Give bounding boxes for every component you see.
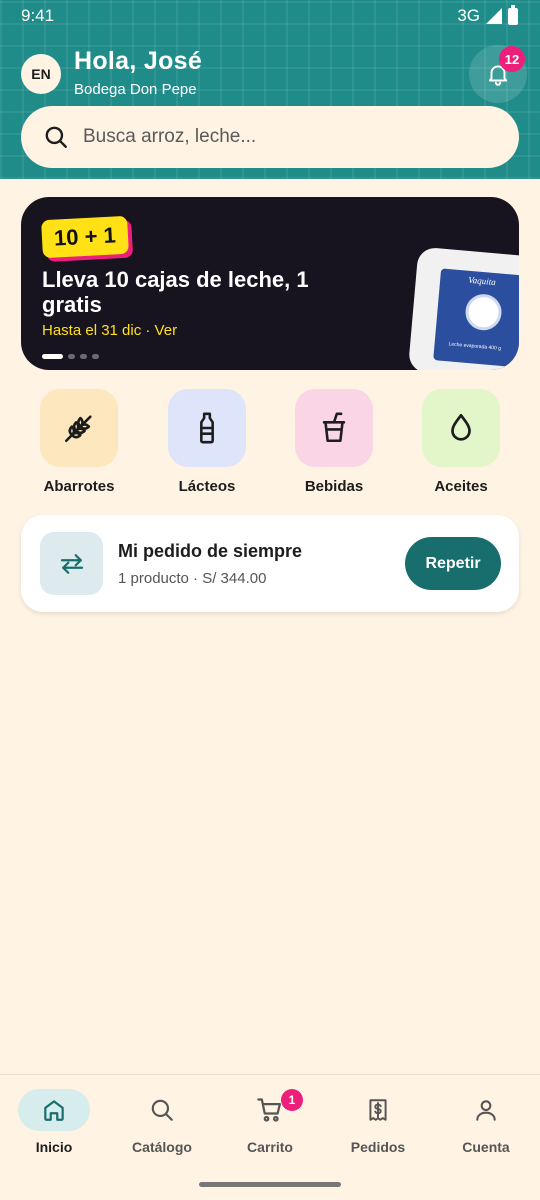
carousel-dot[interactable] xyxy=(68,354,75,359)
promo-banner[interactable]: 10 + 1 Lleva 10 cajas de leche, 1 gratis… xyxy=(21,197,519,370)
milk-can-icon xyxy=(464,292,504,332)
user-icon xyxy=(476,1100,496,1121)
greeting-title: Hola, José xyxy=(74,47,203,75)
nav-item-cuenta[interactable]: Cuenta xyxy=(432,1089,540,1155)
search-bar[interactable] xyxy=(21,106,519,168)
nav-label: Catálogo xyxy=(132,1139,192,1155)
category-label: Abarrotes xyxy=(43,478,115,495)
category-label: Aceites xyxy=(434,478,488,495)
store-name: Bodega Don Pepe xyxy=(74,81,197,98)
repeat-order-button[interactable]: Repetir xyxy=(405,537,501,590)
carousel-dot[interactable] xyxy=(80,354,87,359)
milk-bottle-icon xyxy=(200,412,214,444)
nav-label: Inicio xyxy=(35,1139,73,1155)
receipt-icon xyxy=(369,1099,387,1121)
drink-cup-icon xyxy=(322,412,346,443)
category-abarrotes[interactable]: Abarrotes xyxy=(31,389,127,495)
notifications-badge: 12 xyxy=(499,46,525,72)
status-time: 9:41 xyxy=(21,6,55,25)
category-label: Bebidas xyxy=(304,478,364,495)
category-bebidas[interactable]: Bebidas xyxy=(286,389,382,495)
category-tile[interactable] xyxy=(168,389,246,467)
promo-title: Lleva 10 cajas de leche, 1 gratis xyxy=(42,267,309,317)
reorder-summary: 1 producto · S/ 344.00 xyxy=(118,570,267,587)
nav-item-carrito[interactable]: 1 Carrito xyxy=(216,1089,324,1155)
reorder-title: Mi pedido de siempre xyxy=(118,541,303,561)
category-label: Lácteos xyxy=(178,478,236,495)
cart-badge: 1 xyxy=(281,1089,303,1111)
category-tile[interactable] xyxy=(422,389,500,467)
nav-pill[interactable] xyxy=(450,1089,522,1131)
carousel-dots[interactable] xyxy=(42,354,99,359)
product-description: Leche evaporada 400 g xyxy=(448,341,502,352)
category-aceites[interactable]: Aceites xyxy=(413,389,509,495)
nav-label: Carrito xyxy=(247,1139,293,1155)
home-header: 9:41 3G EN Hola, José Bodega Don Pepe 12 xyxy=(0,0,540,179)
category-tile[interactable] xyxy=(295,389,373,467)
nav-pill[interactable] xyxy=(342,1089,414,1131)
nav-label: Cuenta xyxy=(462,1139,510,1155)
carousel-dot[interactable] xyxy=(92,354,99,359)
reorder-icon-tile xyxy=(40,532,103,595)
home-indicator[interactable] xyxy=(199,1182,341,1187)
battery-icon xyxy=(508,4,518,25)
nav-label: Pedidos xyxy=(350,1139,406,1155)
nav-pill[interactable] xyxy=(18,1089,90,1131)
category-tile[interactable] xyxy=(40,389,118,467)
status-indicators: 3G xyxy=(457,4,518,26)
nav-pill[interactable] xyxy=(126,1089,198,1131)
home-icon xyxy=(44,1100,64,1121)
status-bar: 9:41 3G xyxy=(0,0,540,34)
promo-subtitle[interactable]: Hasta el 31 dic · Ver xyxy=(42,322,177,339)
language-badge[interactable]: EN xyxy=(21,54,61,94)
network-type: 3G xyxy=(457,6,480,25)
repeat-arrows-icon xyxy=(60,553,83,574)
nav-item-inicio[interactable]: Inicio xyxy=(0,1089,108,1155)
search-input[interactable] xyxy=(83,126,463,148)
category-lacteos[interactable]: Lácteos xyxy=(159,389,255,495)
oil-drop-icon xyxy=(451,413,471,441)
product-brand: Vaquita xyxy=(467,274,497,288)
search-icon xyxy=(45,126,67,148)
promo-tag: 10 + 1 xyxy=(41,215,129,259)
milk-box-image: Vaquita Leche evaporada 400 g xyxy=(433,268,519,368)
nav-item-catalogo[interactable]: Catálogo xyxy=(108,1089,216,1155)
wheat-icon xyxy=(64,415,92,443)
cart-icon xyxy=(257,1098,282,1122)
nav-item-pedidos[interactable]: Pedidos xyxy=(324,1089,432,1155)
signal-icon xyxy=(486,8,502,24)
reorder-card[interactable]: Mi pedido de siempre 1 producto · S/ 344… xyxy=(21,515,519,612)
carousel-dot[interactable] xyxy=(42,354,63,359)
search-icon xyxy=(151,1099,173,1121)
